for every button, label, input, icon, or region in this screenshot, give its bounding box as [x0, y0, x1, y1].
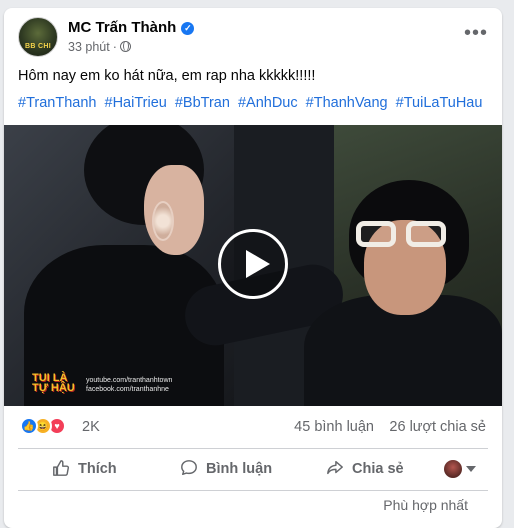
- thumbs-up-icon: [53, 460, 70, 476]
- comment-label: Bình luận: [206, 461, 273, 477]
- post-stats: 👍 😆 ♥ 2K 45 bình luận 26 lượt chia sẻ: [4, 406, 502, 448]
- share-button[interactable]: Chia sẻ: [326, 451, 404, 487]
- post-meta: 33 phút ·: [68, 40, 131, 54]
- play-icon[interactable]: [218, 229, 288, 299]
- hashtag-link[interactable]: #TuiLaTuHau: [396, 95, 483, 111]
- meta-separator: ·: [112, 40, 117, 54]
- author-avatar[interactable]: BB CHI: [18, 17, 58, 57]
- share-label: Chia sẻ: [352, 461, 404, 477]
- share-count[interactable]: 26 lượt chia sẻ: [389, 419, 486, 435]
- react-as-selector[interactable]: [444, 460, 476, 478]
- watermark-url: youtube.com/tranthanhtown: [86, 377, 173, 384]
- globe-icon[interactable]: [119, 41, 131, 52]
- like-label: Thích: [78, 461, 117, 477]
- author-name[interactable]: MC Trấn Thành ✓: [68, 19, 195, 36]
- hashtag-link[interactable]: #TranThanh: [18, 95, 96, 111]
- watermark-logo-line: TỰ HẬU: [32, 382, 75, 394]
- post-card: BB CHI MC Trấn Thành ✓ 33 phút · ••• Hôm n…: [4, 8, 502, 528]
- like-icon: 👍: [20, 417, 38, 435]
- more-options-button[interactable]: •••: [462, 23, 490, 46]
- watermark-logo: TUI LÀ TỰ HẬU: [32, 373, 75, 394]
- post-text: Hôm nay em ko hát nữa, em rap nha kkkkk!…: [18, 68, 316, 84]
- verified-badge-icon: ✓: [181, 22, 195, 35]
- author-name-text[interactable]: MC Trấn Thành: [68, 19, 176, 36]
- video-player[interactable]: TUI LÀ TỰ HẬU youtube.com/tranthanhtown …: [4, 125, 502, 406]
- divider: [18, 448, 488, 449]
- post-time[interactable]: 33 phút: [68, 40, 110, 54]
- hashtag-link[interactable]: #AnhDuc: [238, 95, 298, 111]
- action-bar: Thích Bình luận Chia sẻ: [4, 451, 502, 489]
- glasses: [356, 221, 452, 249]
- hashtag-link[interactable]: #ThanhVang: [306, 95, 388, 111]
- avatar-text: BB CHI: [25, 43, 51, 50]
- comment-sort-dropdown[interactable]: Phù hợp nhất: [383, 497, 468, 513]
- hashtag-link[interactable]: #HaiTrieu: [105, 95, 167, 111]
- post-header: BB CHI MC Trấn Thành ✓ 33 phút · •••: [4, 8, 502, 64]
- hashtag-list: #TranThanh #HaiTrieu #BbTran #AnhDuc #Th…: [18, 95, 486, 111]
- glasses-lens: [406, 221, 446, 247]
- like-button[interactable]: Thích: [52, 451, 117, 487]
- divider: [18, 490, 488, 491]
- earring: [152, 201, 174, 241]
- profile-avatar: [444, 460, 462, 478]
- watermark-text: youtube.com/tranthanhtown facebook.com/t…: [86, 376, 172, 394]
- comment-icon: [181, 460, 197, 476]
- watermark-url: facebook.com/tranthanhne: [86, 386, 169, 393]
- hashtag-link[interactable]: #BbTran: [175, 95, 230, 111]
- chevron-down-icon: [466, 466, 476, 472]
- share-icon: [327, 460, 343, 475]
- glasses-lens: [356, 221, 396, 247]
- comment-button[interactable]: Bình luận: [180, 451, 272, 487]
- comment-count[interactable]: 45 bình luận: [294, 419, 374, 435]
- reaction-count[interactable]: 2K: [82, 419, 100, 435]
